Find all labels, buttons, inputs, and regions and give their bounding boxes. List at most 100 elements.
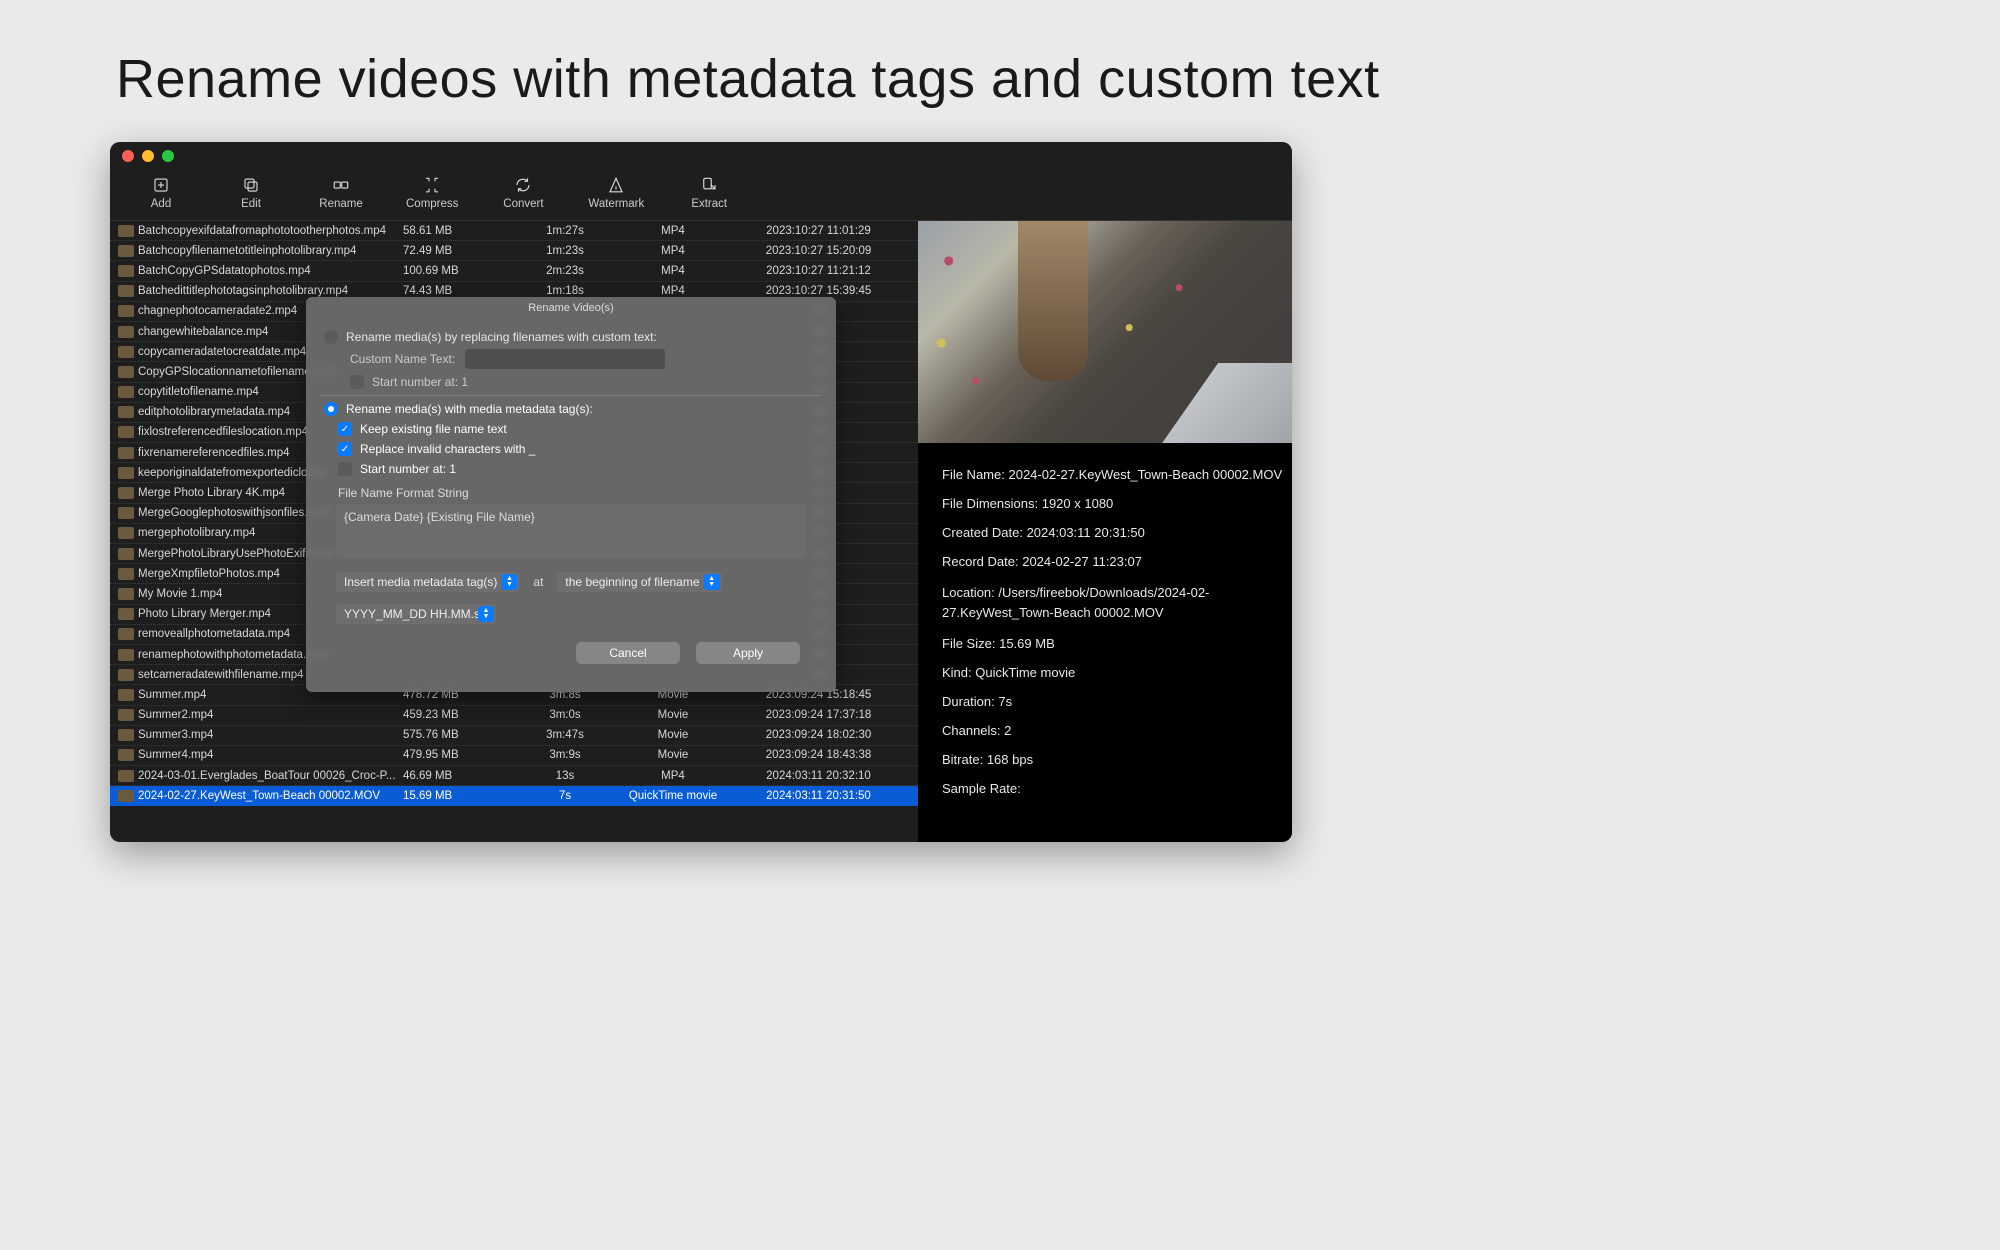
file-duration-cell: 13s <box>511 770 619 782</box>
file-name-cell: removeallphotometadata.mp4 <box>138 628 290 640</box>
minimize-icon[interactable] <box>142 150 154 162</box>
file-name-cell: Summer2.mp4 <box>138 709 213 721</box>
chevron-updown-icon: ▲▼ <box>704 574 720 590</box>
table-row[interactable]: 2024-02-27.KeyWest_Town-Beach 00002.MOV 1… <box>110 786 918 806</box>
file-name-cell: 2024-03-01.Everglades_BoatTour 00026_Cro… <box>138 770 395 782</box>
toolbar-convert[interactable]: Convert <box>498 176 548 210</box>
file-date-cell: 2023:10:27 11:21:12 <box>727 265 910 277</box>
file-size-cell: 15.69 MB <box>403 790 511 802</box>
meta-record: Record Date: 2024-02-27 11:23:07 <box>942 554 1282 569</box>
toolbar-add[interactable]: Add <box>136 176 186 210</box>
keep-existing-label: Keep existing file name text <box>360 422 507 436</box>
overlap-icon <box>242 176 260 194</box>
meta-filename: File Name: 2024-02-27.KeyWest_Town-Beach… <box>942 467 1282 482</box>
file-name-cell: keeporiginaldatefromexportedicloudp <box>138 467 327 479</box>
video-thumb-icon <box>118 568 134 580</box>
file-name-cell: editphotolibrarymetadata.mp4 <box>138 406 290 418</box>
meta-dimensions: File Dimensions: 1920 x 1080 <box>942 496 1282 511</box>
compress-icon <box>423 176 441 194</box>
video-thumb-icon <box>118 426 134 438</box>
file-name-cell: 2024-02-27.KeyWest_Town-Beach 00002.MOV <box>138 790 380 802</box>
file-kind-cell: MP4 <box>619 265 727 277</box>
meta-channels: Channels: 2 <box>942 723 1282 738</box>
meta-filesize: File Size: 15.69 MB <box>942 636 1282 651</box>
file-name-cell: Merge Photo Library 4K.mp4 <box>138 487 285 499</box>
date-format-dropdown[interactable]: YYYY_MM_DD HH.MM.ss ▲▼ <box>336 604 496 624</box>
table-row[interactable]: Batchcopyfilenametotitleinphotolibrary.m… <box>110 241 918 261</box>
page-heading: Rename videos with metadata tags and cus… <box>0 0 2000 142</box>
video-thumb-icon <box>118 225 134 237</box>
custom-name-input[interactable] <box>465 349 665 369</box>
toolbar-label: Compress <box>406 198 458 210</box>
file-kind-cell: MP4 <box>619 770 727 782</box>
file-name-cell: fixrenamereferencedfiles.mp4 <box>138 447 290 459</box>
position-dropdown[interactable]: the beginning of filename ▲▼ <box>557 572 721 592</box>
file-duration-cell: 3m:0s <box>511 709 619 721</box>
toolbar-watermark[interactable]: Watermark <box>588 176 644 210</box>
meta-location: Location: /Users/fireebok/Downloads/2024… <box>942 583 1282 622</box>
file-duration-cell: 3m:9s <box>511 749 619 761</box>
apply-button[interactable]: Apply <box>696 642 800 664</box>
titlebar <box>110 142 1292 170</box>
meta-duration: Duration: 7s <box>942 694 1282 709</box>
file-duration-cell: 1m:18s <box>511 285 619 297</box>
format-string-input[interactable]: {Camera Date} {Existing File Name} <box>336 504 806 558</box>
video-thumb-icon <box>118 588 134 600</box>
rename-icon <box>332 176 350 194</box>
video-thumb-icon <box>118 669 134 681</box>
toolbar-edit[interactable]: Edit <box>226 176 276 210</box>
file-kind-cell: Movie <box>619 729 727 741</box>
file-name-cell: copycameradatetocreatdate.mp4 <box>138 346 306 358</box>
toolbar-label: Edit <box>241 198 261 210</box>
radio-custom-text[interactable]: Rename media(s) by replacing filenames w… <box>324 330 818 344</box>
radio-metadata-label: Rename media(s) with media metadata tag(… <box>346 402 593 416</box>
video-thumb-icon <box>118 729 134 741</box>
extract-icon <box>700 176 718 194</box>
file-name-cell: MergeXmpfiletoPhotos.mp4 <box>138 568 280 580</box>
file-date-cell: 2024:03:11 20:32:10 <box>727 770 910 782</box>
table-row[interactable]: BatchCopyGPSdatatophotos.mp4100.69 MB2m:… <box>110 261 918 281</box>
video-thumb-icon <box>118 467 134 479</box>
toolbar-label: Watermark <box>588 198 644 210</box>
video-thumb-icon <box>118 487 134 499</box>
table-row[interactable]: Summer4.mp4479.95 MB3m:9sMovie2023:09:24… <box>110 746 918 766</box>
file-name-cell: MergePhotoLibraryUsePhotoExifer.mp <box>138 548 334 560</box>
toolbar-label: Extract <box>691 198 727 210</box>
toolbar-compress[interactable]: Compress <box>406 176 458 210</box>
checkbox-icon[interactable] <box>350 375 364 389</box>
file-name-cell: renamephotowithphotometadata.mp4 <box>138 649 329 661</box>
close-icon[interactable] <box>122 150 134 162</box>
checkbox-icon[interactable] <box>338 422 352 436</box>
table-row[interactable]: 2024-03-01.Everglades_BoatTour 00026_Cro… <box>110 766 918 786</box>
video-thumb-icon <box>118 406 134 418</box>
fullscreen-icon[interactable] <box>162 150 174 162</box>
table-row[interactable]: Batchcopyexifdatafromaphototootherphotos… <box>110 221 918 241</box>
radio-metadata-tags[interactable]: Rename media(s) with media metadata tag(… <box>324 402 818 416</box>
radio-custom-label: Rename media(s) by replacing filenames w… <box>346 330 657 344</box>
toolbar-extract[interactable]: Extract <box>684 176 734 210</box>
file-list-pane: Batchcopyexifdatafromaphototootherphotos… <box>110 221 918 842</box>
file-kind-cell: QuickTime movie <box>619 790 727 802</box>
table-row[interactable]: Summer3.mp4575.76 MB3m:47sMovie2023:09:2… <box>110 726 918 746</box>
checkbox-icon[interactable] <box>338 442 352 456</box>
dialog-title: Rename Video(s) <box>306 297 836 319</box>
checkbox-icon[interactable] <box>338 462 352 476</box>
dropdown-label: Insert media metadata tag(s) <box>344 575 497 589</box>
file-name-cell: setcameradatewithfilename.mp4 <box>138 669 304 681</box>
cancel-button[interactable]: Cancel <box>576 642 680 664</box>
file-name-cell: Batchcopyfilenametotitleinphotolibrary.m… <box>138 245 356 257</box>
file-name-cell: mergephotolibrary.mp4 <box>138 527 255 539</box>
toolbar-rename[interactable]: Rename <box>316 176 366 210</box>
file-name-cell: Batchcopyexifdatafromaphototootherphotos… <box>138 225 386 237</box>
file-name-cell: copytitletofilename.mp4 <box>138 386 259 398</box>
table-row[interactable]: Summer2.mp4459.23 MB3m:0sMovie2023:09:24… <box>110 706 918 726</box>
file-name-cell: changewhitebalance.mp4 <box>138 326 268 338</box>
video-thumb-icon <box>118 770 134 782</box>
video-thumb-icon <box>118 709 134 721</box>
file-date-cell: 2023:09:24 18:43:38 <box>727 749 910 761</box>
at-label: at <box>533 575 543 589</box>
metadata-panel: File Name: 2024-02-27.KeyWest_Town-Beach… <box>918 443 1292 816</box>
radio-icon <box>324 402 338 416</box>
insert-tag-dropdown[interactable]: Insert media metadata tag(s) ▲▼ <box>336 572 519 592</box>
file-size-cell: 575.76 MB <box>403 729 511 741</box>
